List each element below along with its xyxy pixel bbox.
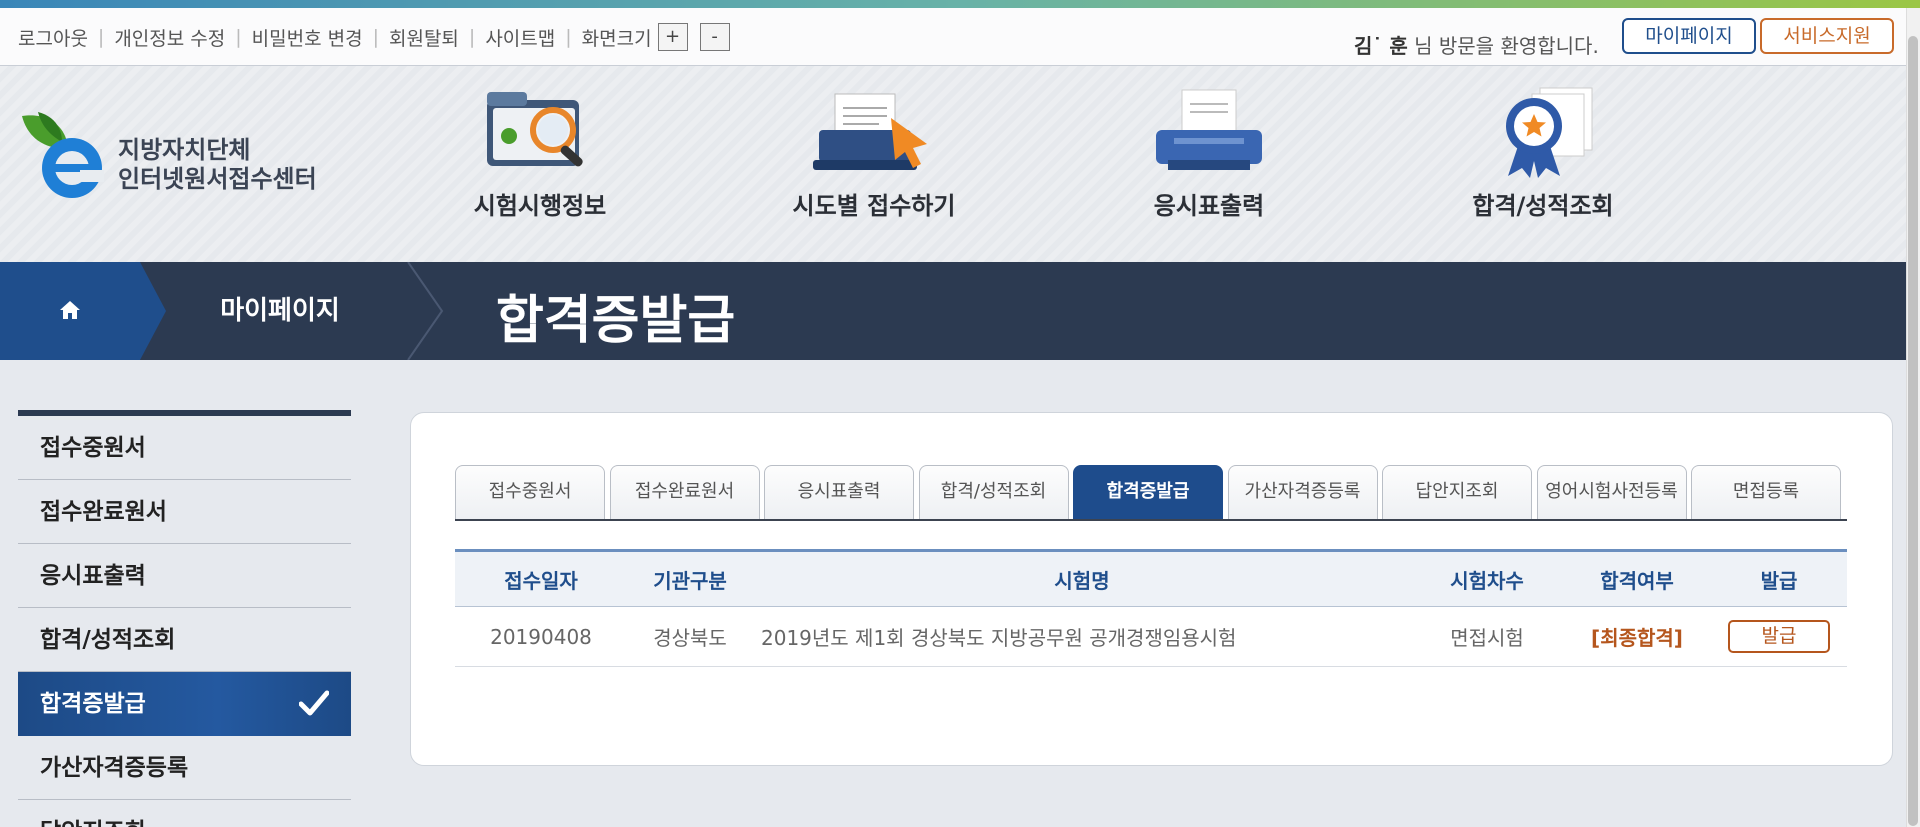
tab-interview-register[interactable]: 면접등록 <box>1691 465 1841 519</box>
logo-e-icon <box>22 112 104 198</box>
sidebar-item-pending-applications[interactable]: 접수중원서 <box>18 416 351 480</box>
cell-exam-name: 2019년도 제1회 경상북도 지방공무원 공개경쟁임용시험 <box>753 606 1411 667</box>
mypage-button[interactable]: 마이페이지 <box>1622 18 1756 54</box>
column-header-exam-name: 시험명 <box>753 549 1411 607</box>
tab-admission-ticket[interactable]: 응시표출력 <box>764 465 914 519</box>
cell-agency: 경상북도 <box>627 606 753 667</box>
tab-results[interactable]: 합격/성적조회 <box>918 465 1069 519</box>
tab-english-preregister[interactable]: 영어시험사전등록 <box>1536 465 1687 519</box>
check-icon <box>299 690 329 716</box>
site-logo[interactable]: 지방자치단체 인터넷원서접수센터 <box>18 108 338 208</box>
user-name: 김˙ 훈 <box>1354 34 1408 58</box>
scrollbar[interactable] <box>1906 8 1920 827</box>
scrollbar-thumb[interactable] <box>1908 36 1918 826</box>
location-bar: 마이페이지 합격증발급 <box>0 262 1906 360</box>
zoom-in-button[interactable]: + <box>657 23 688 51</box>
column-header-date: 접수일자 <box>455 549 627 607</box>
site-header: 지방자치단체 인터넷원서접수센터 시험시행정보 시도별 접수하기 응시표출력 합… <box>0 66 1906 262</box>
withdraw-link[interactable]: 회원탈퇴 <box>389 24 459 51</box>
table-header-row: 접수일자 기관구분 시험명 시험차수 합격여부 발급 <box>455 549 1847 607</box>
sidebar-item-admission-ticket[interactable]: 응시표출력 <box>18 544 351 608</box>
screen-size-label: 화면크기 <box>581 27 652 50</box>
service-support-button[interactable]: 서비스지원 <box>1760 18 1894 54</box>
nav-print-admission-ticket[interactable]: 응시표출력 <box>1089 86 1329 221</box>
logo-line1: 지방자치단체 <box>118 136 251 164</box>
edit-profile-link[interactable]: 개인정보 수정 <box>114 24 225 51</box>
utility-bar: 로그아웃 | 개인정보 수정 | 비밀번호 변경 | 회원탈퇴 | 사이트맵 |… <box>0 8 1920 66</box>
tab-answer-sheet[interactable]: 답안지조회 <box>1382 465 1532 519</box>
tab-bar: 접수중원서 접수완료원서 응시표출력 합격/성적조회 합격증발급 가산자격증등록… <box>455 465 1847 521</box>
breadcrumb-separator-icon <box>407 262 444 360</box>
tab-completed-applications[interactable]: 접수완료원서 <box>609 465 760 519</box>
home-button[interactable] <box>0 262 140 360</box>
nav-exam-info[interactable]: 시험시행정보 <box>420 86 660 221</box>
tab-certificate-issue[interactable]: 합격증발급 <box>1073 465 1223 519</box>
sidebar-item-completed-applications[interactable]: 접수완료원서 <box>18 480 351 544</box>
nav-results-inquiry-label: 합격/성적조회 <box>1472 192 1614 220</box>
column-header-round: 시험차수 <box>1411 549 1563 607</box>
sidebar-item-answer-sheet[interactable]: 답안지조회 <box>18 800 351 827</box>
tab-pending-applications[interactable]: 접수중원서 <box>455 465 605 519</box>
top-accent-bar <box>0 0 1920 8</box>
change-password-link[interactable]: 비밀번호 변경 <box>252 24 363 51</box>
page-title: 합격증발급 <box>496 291 736 351</box>
tab-bonus-certificate[interactable]: 가산자격증등록 <box>1227 465 1378 519</box>
utility-links: 로그아웃 | 개인정보 수정 | 비밀번호 변경 | 회원탈퇴 | 사이트맵 |… <box>18 23 730 51</box>
sitemap-link[interactable]: 사이트맵 <box>485 24 555 51</box>
sidebar-menu: 접수중원서 접수완료원서 응시표출력 합격/성적조회 합격증발급 가산자격증등록… <box>18 410 351 827</box>
award-ribbon-icon <box>1506 87 1593 178</box>
cell-date: 20190408 <box>455 606 627 667</box>
folder-magnifier-icon <box>487 92 583 167</box>
zoom-out-button[interactable]: - <box>699 23 730 51</box>
column-header-agency: 기관구분 <box>627 549 753 607</box>
cell-issue: 발급 <box>1711 606 1847 667</box>
cell-round: 면접시험 <box>1411 606 1563 667</box>
welcome-message: 김˙ 훈 님 방문을 환영합니다. <box>1354 30 1599 59</box>
sidebar-item-certificate-issue[interactable]: 합격증발급 <box>18 672 351 736</box>
sidebar-item-results[interactable]: 합격/성적조회 <box>18 608 351 672</box>
printer-icon <box>1156 89 1262 170</box>
column-header-result: 합격여부 <box>1563 549 1711 607</box>
sidebar-item-bonus-certificate[interactable]: 가산자격증등록 <box>18 736 351 800</box>
breadcrumb-mypage[interactable]: 마이페이지 <box>160 290 400 327</box>
cell-result: [최종합격] <box>1563 606 1711 667</box>
certificate-table: 접수일자 기관구분 시험명 시험차수 합격여부 발급 20190408 경상북도… <box>455 549 1847 667</box>
table-row: 20190408 경상북도 2019년도 제1회 경상북도 지방공무원 공개경쟁… <box>455 606 1847 667</box>
logout-link[interactable]: 로그아웃 <box>18 24 88 51</box>
nav-results-inquiry[interactable]: 합격/성적조회 <box>1423 86 1663 221</box>
welcome-text: 님 방문을 환영합니다. <box>1414 34 1599 58</box>
logo-line2: 인터넷원서접수센터 <box>118 165 317 193</box>
home-icon <box>60 301 80 319</box>
laptop-cursor-icon <box>813 93 927 170</box>
sidebar-item-certificate-issue-label: 합격증발급 <box>40 691 146 717</box>
nav-print-admission-ticket-label: 응시표출력 <box>1153 192 1265 220</box>
nav-apply-by-region[interactable]: 시도별 접수하기 <box>754 86 994 221</box>
nav-apply-by-region-label: 시도별 접수하기 <box>792 192 956 220</box>
content-panel: 접수중원서 접수완료원서 응시표출력 합격/성적조회 합격증발급 가산자격증등록… <box>410 412 1893 766</box>
nav-exam-info-label: 시험시행정보 <box>473 192 607 220</box>
column-header-issue: 발급 <box>1711 549 1847 607</box>
issue-button[interactable]: 발급 <box>1728 620 1830 653</box>
